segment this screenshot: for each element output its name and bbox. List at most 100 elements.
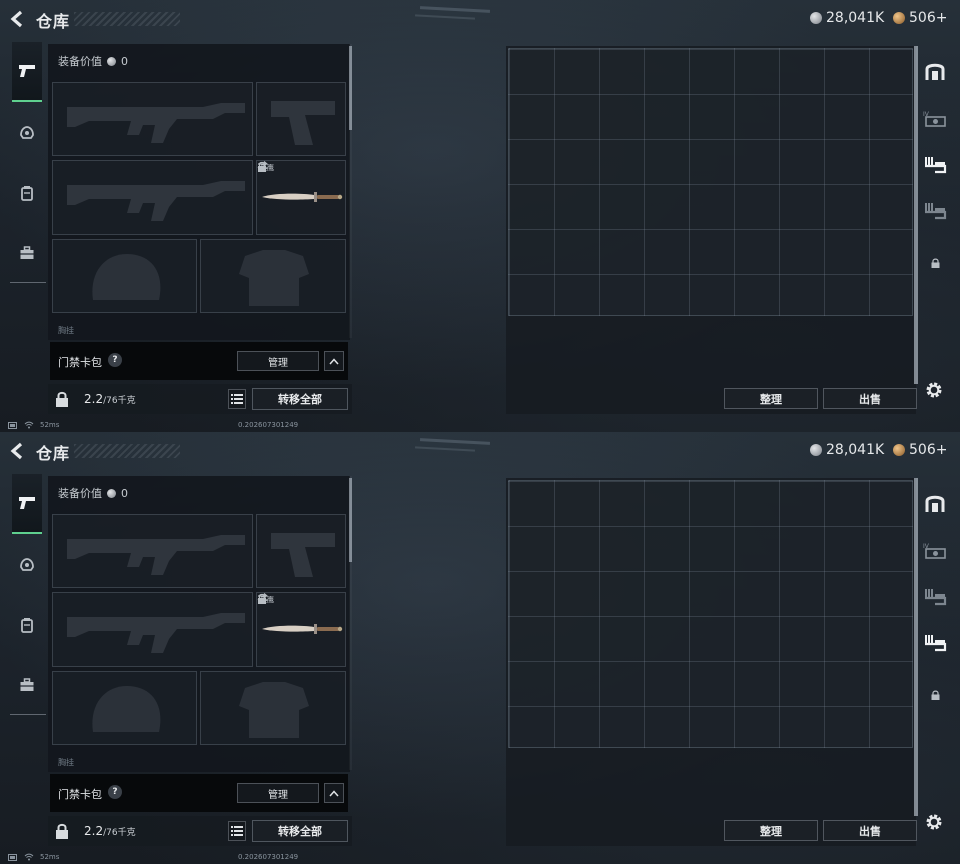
right-tab-safe[interactable] — [922, 492, 948, 514]
silver-coin-icon — [107, 56, 116, 66]
collapse-button[interactable] — [324, 351, 344, 371]
storage-expansion-icon — [925, 635, 947, 652]
battery-icon — [8, 853, 17, 861]
transfer-all-button[interactable]: 转移全部 — [252, 820, 348, 842]
knife-icon — [262, 192, 343, 202]
right-tab-storage-4[interactable]: IV — [922, 540, 948, 562]
right-tab-storage-3[interactable] — [922, 632, 948, 654]
wifi-icon — [24, 853, 34, 861]
silver-currency[interactable]: 28,041K — [810, 10, 884, 26]
build-version: 0.202607301249 — [238, 421, 299, 429]
melee-slot[interactable]: 黑鹰 — [256, 592, 346, 667]
tab-armor[interactable] — [12, 118, 42, 148]
right-tab-storage-2[interactable] — [922, 154, 948, 176]
sell-button[interactable]: 出售 — [823, 388, 917, 409]
right-tab-locked — [922, 684, 948, 706]
weight-capacity: /76千克 — [103, 828, 136, 838]
primary-weapon-slot[interactable] — [52, 82, 253, 156]
manage-button[interactable]: 管理 — [237, 783, 319, 803]
bronze-coin-icon — [893, 12, 905, 24]
pistol-slot[interactable] — [256, 514, 346, 588]
right-tab-storage-2[interactable] — [922, 586, 948, 608]
tab-backpack[interactable] — [12, 178, 42, 208]
rifle-icon — [67, 103, 245, 143]
bronze-coin-icon — [893, 444, 905, 456]
secondary-weapon-slot[interactable] — [52, 592, 253, 667]
battery-icon — [8, 421, 17, 429]
equipment-value-amount: 0 — [121, 486, 128, 500]
equipment-scrollbar[interactable] — [349, 478, 352, 562]
right-tab-storage-4[interactable]: IV — [922, 108, 948, 130]
rifle-icon — [67, 181, 245, 221]
weight-current: 2.2 — [84, 392, 104, 406]
sort-button[interactable]: 整理 — [724, 820, 818, 841]
rifle-icon — [67, 613, 245, 653]
settings-gear-icon[interactable] — [924, 380, 944, 400]
left-tab-bar — [8, 474, 46, 718]
pistol-slot[interactable] — [256, 82, 346, 156]
storage-expansion-icon — [925, 157, 947, 174]
tab-divider — [10, 282, 46, 283]
storage-scrollbar[interactable] — [914, 478, 918, 816]
warehouse-screen: 仓库 28,041K 506+ 装备价值 0 黑鹰 胸挂 门禁卡包 ? 管理 2… — [0, 0, 960, 432]
tab-weapons[interactable] — [12, 42, 42, 102]
equipment-value-label: 装备价值 — [58, 487, 102, 500]
tab-backpack[interactable] — [12, 610, 42, 640]
tab-case[interactable] — [12, 670, 42, 700]
tab-weapons[interactable] — [12, 474, 42, 534]
helmet-slot[interactable] — [52, 239, 197, 313]
silver-coin-icon — [810, 444, 822, 456]
status-bar: 52ms — [8, 853, 59, 861]
bronze-amount: 506+ — [909, 442, 948, 458]
tab-divider — [10, 714, 46, 715]
rifle-icon — [67, 535, 245, 575]
right-tab-locked — [922, 252, 948, 274]
collapse-button[interactable] — [324, 783, 344, 803]
silver-coin-icon — [107, 488, 116, 498]
sort-button[interactable]: 整理 — [724, 388, 818, 409]
list-view-button[interactable] — [228, 821, 246, 841]
equipment-value-amount: 0 — [121, 54, 128, 68]
right-tab-storage-3[interactable] — [922, 200, 948, 222]
sell-button[interactable]: 出售 — [823, 820, 917, 841]
right-tab-safe[interactable] — [922, 60, 948, 82]
section-label: 胸挂 — [58, 758, 74, 767]
equipment-scrollbar[interactable] — [349, 46, 352, 130]
primary-weapon-slot[interactable] — [52, 514, 253, 588]
briefcase-icon — [20, 246, 34, 259]
page-title: 仓库 — [36, 444, 71, 463]
melee-slot[interactable]: 黑鹰 — [256, 160, 346, 235]
armor-slot[interactable] — [200, 239, 346, 313]
help-icon[interactable]: ? — [108, 785, 122, 799]
secondary-weapon-slot[interactable] — [52, 160, 253, 235]
pistol-silhouette-icon — [271, 533, 335, 577]
list-view-button[interactable] — [228, 389, 246, 409]
transfer-all-button[interactable]: 转移全部 — [252, 388, 348, 410]
help-icon[interactable]: ? — [108, 353, 122, 367]
lock-icon[interactable] — [55, 823, 69, 839]
equipment-value-label: 装备价值 — [58, 55, 102, 68]
tab-armor[interactable] — [12, 550, 42, 580]
bronze-currency[interactable]: 506+ — [893, 442, 947, 458]
build-version: 0.202607301249 — [238, 853, 299, 861]
lock-icon[interactable] — [55, 391, 69, 407]
manage-button[interactable]: 管理 — [237, 351, 319, 371]
back-arrow-icon[interactable] — [8, 9, 28, 29]
backpack-icon — [21, 618, 33, 633]
title-decoration — [74, 12, 180, 26]
storage-expansion-icon — [925, 589, 947, 606]
bronze-currency[interactable]: 506+ — [893, 10, 947, 26]
storage-expansion-icon: IV — [923, 111, 946, 127]
list-icon — [231, 394, 243, 404]
armor-slot[interactable] — [200, 671, 346, 745]
back-arrow-icon[interactable] — [8, 441, 28, 461]
silver-currency[interactable]: 28,041K — [810, 442, 884, 458]
storage-scrollbar[interactable] — [914, 46, 918, 384]
storage-grid[interactable] — [508, 48, 913, 316]
title-decoration — [74, 444, 180, 458]
tab-case[interactable] — [12, 238, 42, 268]
storage-grid[interactable] — [508, 480, 913, 748]
settings-gear-icon[interactable] — [924, 812, 944, 832]
helmet-silhouette-icon — [92, 686, 161, 732]
helmet-slot[interactable] — [52, 671, 197, 745]
